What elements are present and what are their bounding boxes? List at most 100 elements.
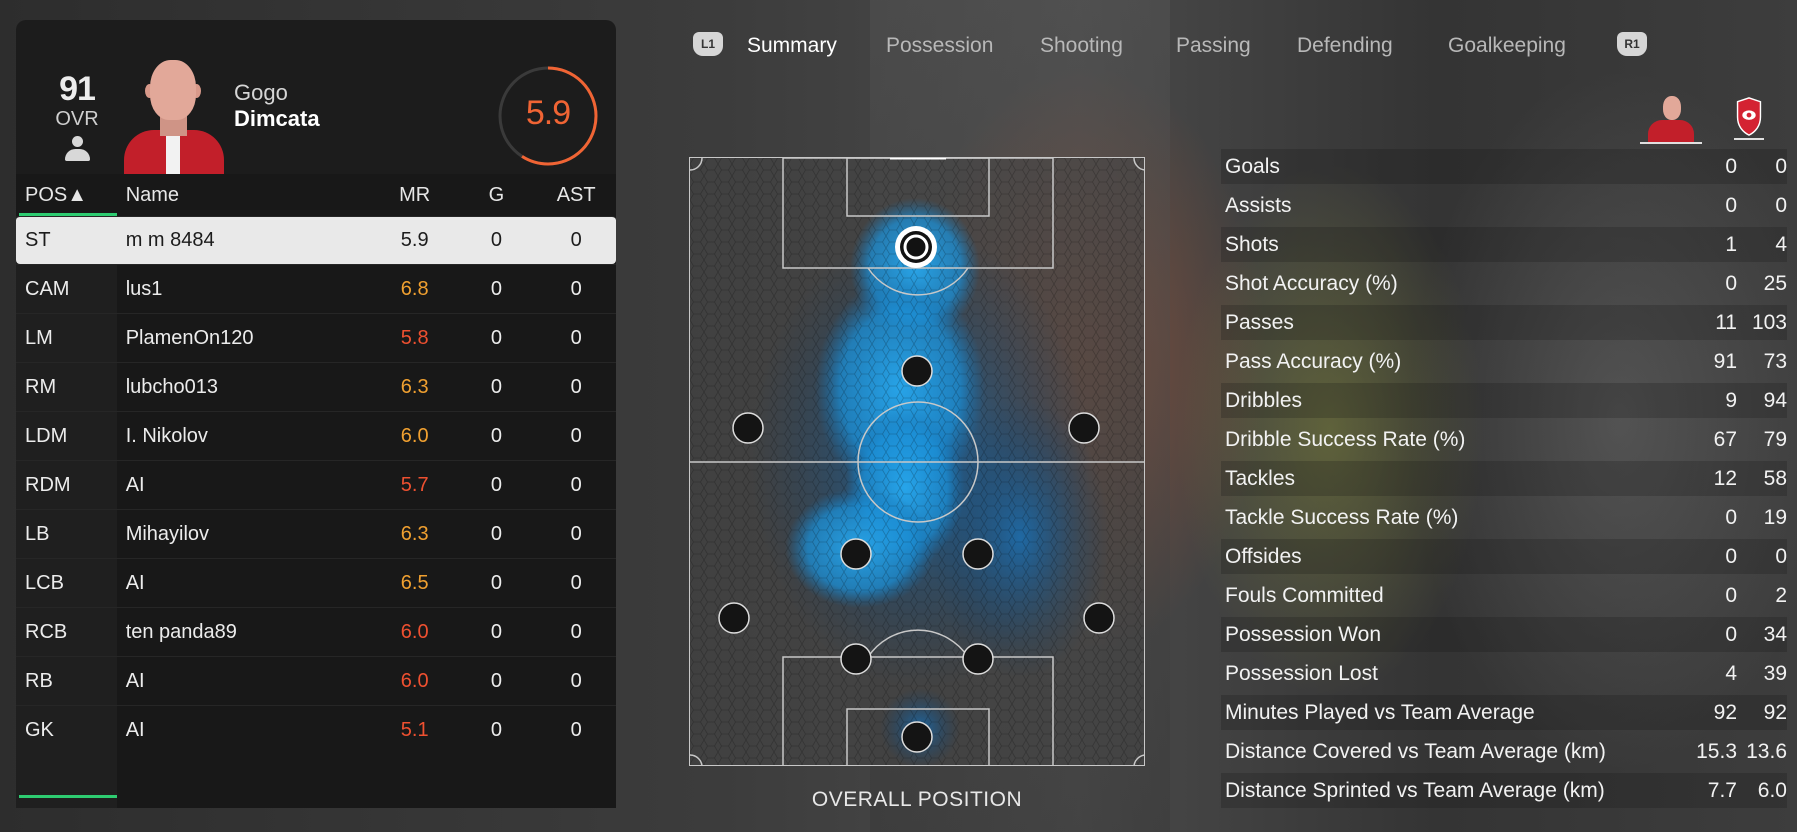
- row-pos: LDM: [25, 424, 68, 447]
- row-name: AI: [125, 571, 145, 594]
- player-avatar-small: [1640, 92, 1702, 144]
- header-g[interactable]: G: [457, 184, 537, 207]
- row-goals: 0: [490, 473, 502, 496]
- match-rating: 5.9: [525, 94, 571, 132]
- row-assists: 0: [570, 229, 582, 251]
- stat-label: Tackle Success Rate (%): [1225, 505, 1459, 529]
- lineup-table: POS▲ Name MR G AST ST m m 8484 5.9 0 0 CAM lus…: [16, 174, 616, 808]
- stat-row: Dribbles 9 94: [1221, 381, 1787, 420]
- stat-player-value: 0: [1725, 622, 1737, 646]
- row-pos: RM: [25, 375, 57, 398]
- row-name: ten panda89: [125, 620, 237, 643]
- row-goals: 0: [490, 375, 502, 398]
- tab-goalkeeping[interactable]: Goalkeeping: [1448, 34, 1566, 58]
- row-goals: 0: [490, 326, 502, 349]
- row-match-rating: 5.9: [400, 229, 429, 251]
- r1-button[interactable]: R1: [1617, 32, 1647, 56]
- stat-team-value: 0: [1775, 193, 1787, 217]
- stat-player-value: 92: [1713, 700, 1737, 724]
- row-pos: LM: [25, 326, 53, 349]
- player-last-name: Dimcata: [234, 106, 320, 131]
- stat-team-value: 13.6: [1746, 739, 1787, 763]
- stat-row: Distance Covered vs Team Average (km) 15.…: [1221, 732, 1787, 771]
- marker-lcb: [840, 643, 872, 675]
- stat-row: Tackles 12 58: [1221, 459, 1787, 498]
- header-ast[interactable]: AST: [536, 184, 616, 207]
- tab-shooting[interactable]: Shooting: [1040, 34, 1123, 58]
- table-row[interactable]: LDM I. Nikolov 6.0 0 0: [16, 411, 616, 460]
- scroll-indicator: [19, 795, 117, 798]
- tab-defending[interactable]: Defending: [1297, 34, 1393, 58]
- tab-possession[interactable]: Possession: [886, 34, 993, 58]
- table-row[interactable]: LCB AI 6.5 0 0: [16, 558, 616, 607]
- table-row[interactable]: GK AI 5.1 0 0: [16, 705, 616, 754]
- row-name: I. Nikolov: [125, 424, 208, 447]
- stats-column-headers: [1640, 92, 1790, 146]
- stat-team-value: 6.0: [1757, 778, 1787, 802]
- row-pos: CAM: [25, 277, 70, 300]
- row-match-rating: 5.7: [400, 473, 429, 496]
- row-assists: 0: [570, 326, 582, 349]
- stat-team-value: 34: [1763, 622, 1787, 646]
- row-assists: 0: [570, 522, 582, 545]
- header-mr[interactable]: MR: [373, 184, 457, 207]
- row-pos: RDM: [25, 473, 71, 496]
- stat-row: Fouls Committed 0 2: [1221, 576, 1787, 615]
- marker-gk: [901, 721, 933, 753]
- stat-row: Minutes Played vs Team Average 92 92: [1221, 693, 1787, 732]
- stat-row: Pass Accuracy (%) 91 73: [1221, 342, 1787, 381]
- stat-label: Offsides: [1225, 544, 1302, 568]
- stat-label: Pass Accuracy (%): [1225, 349, 1402, 373]
- row-pos: GK: [25, 718, 54, 741]
- header-pos[interactable]: POS▲: [16, 184, 118, 207]
- table-row[interactable]: CAM lus1 6.8 0 0: [16, 264, 616, 313]
- row-name: AI: [125, 718, 145, 741]
- stat-team-value: 2: [1775, 583, 1787, 607]
- table-row[interactable]: ST m m 8484 5.9 0 0: [16, 216, 616, 264]
- stat-player-value: 0: [1725, 193, 1737, 217]
- table-row[interactable]: RM lubcho013 6.3 0 0: [16, 362, 616, 411]
- marker-lm: [732, 412, 764, 444]
- table-row[interactable]: RCB ten panda89 6.0 0 0: [16, 607, 616, 656]
- stat-row: Shots 1 4: [1221, 225, 1787, 264]
- stat-row: Passes 11 103: [1221, 303, 1787, 342]
- row-pos: RCB: [25, 620, 68, 643]
- marker-lb: [718, 602, 750, 634]
- l1-button[interactable]: L1: [693, 32, 723, 56]
- ovr-value: 91: [59, 70, 96, 108]
- pitch-drawing: [690, 158, 1144, 765]
- heatmap-title: OVERALL POSITION: [811, 788, 1023, 811]
- table-row[interactable]: LB Mihayilov 6.3 0 0: [16, 509, 616, 558]
- player-first-name: Gogo: [234, 80, 288, 105]
- table-row[interactable]: RB AI 6.0 0 0: [16, 656, 616, 705]
- row-pos: RB: [25, 669, 53, 692]
- stat-team-value: 73: [1763, 349, 1787, 373]
- stat-player-value: 4: [1725, 661, 1737, 685]
- stat-row: Distance Sprinted vs Team Average (km) 7.…: [1221, 771, 1787, 810]
- player-avatar: [120, 54, 230, 174]
- row-assists: 0: [570, 473, 582, 496]
- marker-rcb: [962, 643, 994, 675]
- table-row[interactable]: LM PlamenOn120 5.8 0 0: [16, 313, 616, 362]
- stat-team-value: 92: [1763, 700, 1787, 724]
- row-goals: 0: [490, 522, 502, 545]
- table-row[interactable]: RDM AI 5.7 0 0: [16, 460, 616, 509]
- tab-passing[interactable]: Passing: [1176, 34, 1251, 58]
- stat-team-value: 58: [1763, 466, 1787, 490]
- stat-team-value: 0: [1775, 154, 1787, 178]
- tab-summary[interactable]: Summary: [747, 34, 837, 58]
- stat-label: Shot Accuracy (%): [1225, 271, 1398, 295]
- row-match-rating: 5.1: [400, 718, 429, 741]
- row-assists: 0: [570, 277, 582, 300]
- stat-label: Possession Won: [1225, 622, 1382, 646]
- marker-cam: [901, 355, 933, 387]
- header-name[interactable]: Name: [118, 184, 373, 207]
- row-name: PlamenOn120: [125, 326, 254, 349]
- stat-player-value: 1: [1725, 232, 1737, 256]
- row-match-rating: 6.5: [400, 571, 429, 594]
- row-match-rating: 5.8: [400, 326, 429, 349]
- row-assists: 0: [570, 718, 582, 741]
- stat-team-value: 94: [1763, 388, 1787, 412]
- stat-player-value: 0: [1725, 583, 1737, 607]
- stat-label: Assists: [1225, 193, 1292, 217]
